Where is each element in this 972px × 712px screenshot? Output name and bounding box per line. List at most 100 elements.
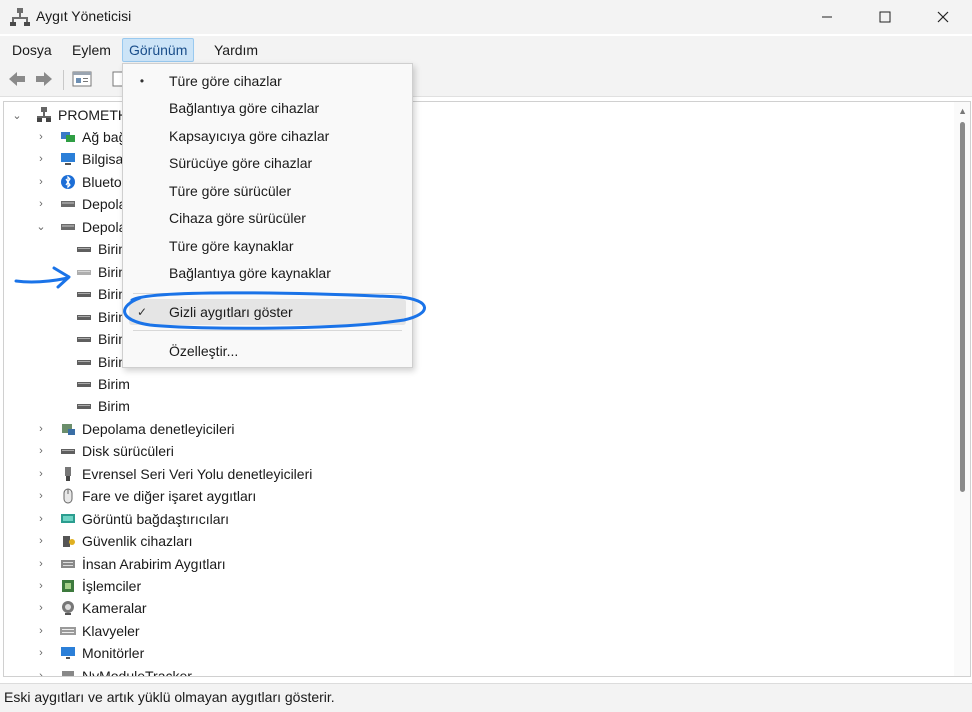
expand-chevron-icon[interactable]: › [34,130,48,144]
network-icon [58,129,78,145]
menu-item-devices-by-driver[interactable]: Sürücüye göre cihazlar [123,150,412,176]
volume-icon [74,376,94,392]
expand-chevron-icon[interactable]: › [34,557,48,571]
tree-root[interactable]: ⌄ PROMETH [10,104,128,126]
scroll-up-arrow-icon[interactable]: ▲ [958,106,967,116]
menu-item-resources-by-connection[interactable]: Bağlantıya göre kaynaklar [123,260,412,286]
menu-item-resources-by-type[interactable]: Türe göre kaynaklar [123,233,412,259]
computer-root-icon [34,107,54,123]
tree-category-item[interactable]: › Blueto [34,171,122,193]
tree-category-item[interactable]: › İşlemciler [34,575,141,597]
menu-item-customize[interactable]: Özelleştir... [123,338,412,364]
tree-child-item[interactable]: Birim [74,395,130,417]
tree-category-item[interactable]: › Depola [34,193,126,215]
tree-category-item[interactable]: › Disk sürücüleri [34,440,174,462]
expand-chevron-icon[interactable]: › [34,467,48,481]
menu-item-devices-by-type[interactable]: • Türe göre cihazlar [123,68,412,94]
maximize-button[interactable] [862,0,908,34]
security-device-icon [58,533,78,549]
menu-item-devices-by-connection[interactable]: Bağlantıya göre cihazlar [123,95,412,121]
menu-item-drivers-by-type[interactable]: Türe göre sürücüler [123,178,412,204]
expand-chevron-icon[interactable]: › [34,512,48,526]
tree-item-label: Depola [82,196,127,213]
back-button[interactable] [6,70,28,90]
menu-item-label: Cihaza göre sürücüler [169,210,306,226]
close-icon [937,11,949,23]
menu-item-label: Sürücüye göre cihazlar [169,155,313,171]
menu-item-label: Türe göre kaynaklar [169,238,294,254]
display-adapter-icon [58,511,78,527]
tree-category-item[interactable]: › Monitörler [34,642,144,664]
vertical-scrollbar[interactable]: ▲ [954,102,970,676]
volume-icon [74,309,94,325]
menu-file[interactable]: Dosya [6,39,58,61]
expand-chevron-icon[interactable]: › [34,175,48,189]
menu-view[interactable]: Görünüm [122,38,195,62]
tree-item-label: Görüntü bağdaştırıcıları [82,510,230,527]
view-menu-dropdown: • Türe göre cihazlar Bağlantıya göre cih… [122,63,413,368]
camera-icon [58,600,78,616]
menu-item-label: Bağlantıya göre kaynaklar [169,265,331,281]
expand-chevron-icon[interactable]: › [34,197,48,211]
tree-category-item[interactable]: › Güvenlik cihazları [34,530,192,552]
expand-chevron-icon[interactable]: › [34,646,48,660]
tree-category-item[interactable]: › Bilgisa [34,148,123,170]
expand-chevron-icon[interactable]: › [34,669,48,676]
module-icon [58,668,78,676]
tree-item-label: Depolama denetleyicileri [82,420,235,437]
minimize-button[interactable] [804,0,850,34]
radio-bullet-icon: • [139,74,145,88]
tree-category-item[interactable]: › NvModuleTracker [34,665,192,677]
tree-child-item[interactable]: Birim [74,373,130,395]
expand-chevron-icon[interactable]: › [34,422,48,436]
tree-category-item[interactable]: › Fare ve diğer işaret aygıtları [34,485,256,507]
status-bar: Eski aygıtları ve artık yüklü olmayan ay… [0,683,972,712]
tree-item-label: Bilgisa [82,151,124,168]
volume-icon [74,241,94,257]
tree-category-item[interactable]: › Depolama denetleyicileri [34,418,235,440]
expand-chevron-icon[interactable]: › [34,579,48,593]
usb-icon [58,466,78,482]
tree-item-label: NvModuleTracker [82,667,192,677]
tree-item-label: Monitörler [82,645,145,662]
tree-category-item[interactable]: › Ağ bağ [34,126,126,148]
collapse-chevron-icon[interactable]: ⌄ [34,220,48,234]
close-button[interactable] [920,0,966,34]
menu-item-label: Kapsayıcıya göre cihazlar [169,128,330,144]
expand-chevron-icon[interactable]: › [34,534,48,548]
drive-icon [58,196,78,212]
menu-action[interactable]: Eylem [66,39,117,61]
properties-button[interactable] [71,70,93,90]
volume-icon [74,286,94,302]
menu-item-devices-by-container[interactable]: Kapsayıcıya göre cihazlar [123,123,412,149]
hid-icon [58,556,78,572]
expand-chevron-icon[interactable]: › [34,444,48,458]
tree-item-label: Fare ve diğer işaret aygıtları [82,488,257,505]
expand-chevron-icon[interactable]: › [34,489,48,503]
tree-item-label: Kameralar [82,600,147,617]
tree-category-item[interactable]: › Kameralar [34,597,147,619]
scrollbar-thumb[interactable] [960,122,965,492]
tree-item-label: İnsan Arabirim Aygıtları [82,555,226,572]
tree-category-item[interactable]: ⌄ Depola [34,216,126,238]
computer-icon [58,151,78,167]
expand-chevron-icon[interactable]: › [34,624,48,638]
menu-item-show-hidden-devices[interactable]: ✓ Gizli aygıtları göster [129,299,406,325]
checkmark-icon: ✓ [137,305,148,319]
expand-chevron-icon[interactable]: › [34,601,48,615]
collapse-chevron-icon[interactable]: ⌄ [10,108,24,122]
tree-category-item[interactable]: › İnsan Arabirim Aygıtları [34,553,226,575]
bluetooth-icon [58,174,78,190]
menu-help[interactable]: Yardım [208,39,264,61]
menu-item-drivers-by-device[interactable]: Cihaza göre sürücüler [123,205,412,231]
volume-icon [74,398,94,414]
forward-button[interactable] [33,70,55,90]
tree-item-label: Evrensel Seri Veri Yolu denetleyicileri [82,465,313,482]
expand-chevron-icon[interactable]: › [34,152,48,166]
tree-item-label: Ağ bağ [82,129,127,145]
tree-category-item[interactable]: › Görüntü bağdaştırıcıları [34,508,229,530]
tree-category-item[interactable]: › Klavyeler [34,620,139,642]
window-title: Aygıt Yöneticisi [36,8,132,24]
tree-category-item[interactable]: › Evrensel Seri Veri Yolu denetleyicileri [34,463,312,485]
status-text: Eski aygıtları ve artık yüklü olmayan ay… [4,689,335,705]
